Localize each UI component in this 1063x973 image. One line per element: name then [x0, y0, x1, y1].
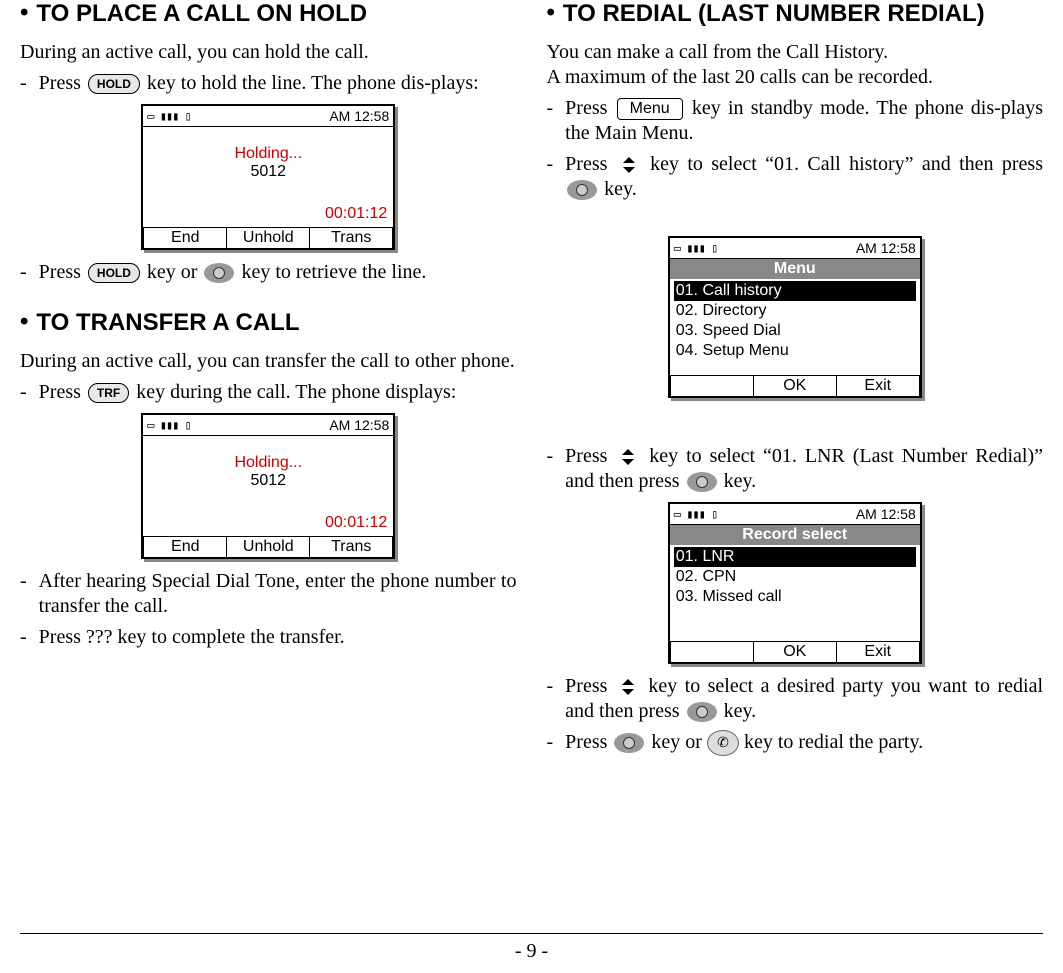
heading-hold-text: TO PLACE A CALL ON HOLD [36, 0, 367, 28]
bullet-icon: • [20, 309, 28, 335]
bullet-icon: • [547, 0, 555, 26]
ext-number: 5012 [143, 163, 393, 181]
redial-step1: - Press Menu key in standby mode. The ph… [547, 96, 1044, 146]
clock: AM 12:58 [856, 240, 916, 256]
redial-intro2: A maximum of the last 20 calls can be re… [547, 65, 1044, 90]
trf-step3: - Press ??? key to complete the transfer… [20, 625, 517, 650]
holding-label: Holding... [143, 145, 393, 163]
trf-step2: - After hearing Special Dial Tone, enter… [20, 569, 517, 619]
text: Press [565, 731, 612, 753]
menu-item: 02. Directory [674, 301, 916, 321]
nav-center-key-icon [687, 702, 717, 722]
text: Press [565, 675, 615, 697]
heading-redial: • TO REDIAL (LAST NUMBER REDIAL) [547, 0, 1044, 34]
text: key during the call. The phone displays: [136, 381, 456, 403]
nav-center-key-icon [204, 263, 234, 283]
text: key. [724, 700, 757, 722]
heading-transfer: • TO TRANSFER A CALL [20, 309, 517, 343]
menu-item: 04. Setup Menu [674, 341, 916, 361]
offhook-key-icon: ✆ [707, 730, 739, 756]
nav-center-key-icon [614, 733, 644, 753]
hold-step1: - Press HOLD key to hold the line. The p… [20, 71, 517, 96]
text: key to redial the party. [744, 731, 923, 753]
hold-key: HOLD [88, 263, 140, 283]
softkey-exit: Exit [837, 642, 920, 662]
softkey-ok: OK [754, 642, 837, 662]
softkey-end: End [143, 537, 227, 557]
clock: AM 12:58 [329, 417, 389, 433]
heading-redial-text: TO REDIAL (LAST NUMBER REDIAL) [563, 0, 985, 28]
menu-key: Menu [617, 98, 683, 120]
record-item: 03. Missed call [674, 587, 916, 607]
page-number: - 9 - [20, 933, 1043, 973]
phone-screen-transfer: ▭ ▮▮▮ ▯ AM 12:58 Holding... 5012 00:01:1… [141, 413, 395, 559]
hold-step2: - Press HOLD key or key to retrieve the … [20, 260, 517, 285]
menu-title: Menu [670, 259, 920, 279]
record-item: 01. LNR [674, 547, 916, 567]
status-icons: ▭ ▮▮▮ ▯ [147, 418, 191, 432]
redial-step3: - Press key to select “01. LNR (Last Num… [547, 444, 1044, 494]
text: key or [147, 261, 203, 283]
status-icons: ▭ ▮▮▮ ▯ [147, 109, 191, 123]
heading-transfer-text: TO TRANSFER A CALL [36, 309, 299, 337]
hold-key: HOLD [88, 74, 140, 94]
phone-screen-menu: ▭ ▮▮▮ ▯ AM 12:58 Menu 01. Call history 0… [668, 236, 922, 398]
text: key to hold the line. The phone dis-play… [147, 72, 479, 94]
text: key. [604, 178, 637, 200]
left-column: • TO PLACE A CALL ON HOLD During an acti… [20, 0, 517, 933]
text: Press [565, 445, 615, 467]
status-icons: ▭ ▮▮▮ ▯ [674, 241, 718, 255]
softkey-blank [670, 376, 754, 396]
ext-number: 5012 [143, 472, 393, 490]
clock: AM 12:58 [329, 108, 389, 124]
hold-intro: During an active call, you can hold the … [20, 40, 517, 65]
softkey-blank [670, 642, 754, 662]
softkey-trans: Trans [310, 228, 393, 248]
text: key to select “01. Call history” and the… [650, 153, 1043, 175]
phone-screen-record: ▭ ▮▮▮ ▯ AM 12:58 Record select 01. LNR 0… [668, 502, 922, 664]
text: Press [565, 153, 616, 175]
nav-center-key-icon [687, 472, 717, 492]
record-item: 02. CPN [674, 567, 916, 587]
text: Press [39, 261, 86, 283]
softkey-exit: Exit [837, 376, 920, 396]
menu-item: 01. Call history [674, 281, 916, 301]
redial-intro1: You can make a call from the Call Histor… [547, 40, 1044, 65]
softkey-trans: Trans [310, 537, 393, 557]
softkey-unhold: Unhold [227, 537, 310, 557]
clock: AM 12:58 [856, 506, 916, 522]
softkey-ok: OK [754, 376, 837, 396]
redial-step5: - Press key or ✆ key to redial the party… [547, 730, 1044, 756]
menu-item: 03. Speed Dial [674, 321, 916, 341]
status-icons: ▭ ▮▮▮ ▯ [674, 507, 718, 521]
text: Press [565, 97, 614, 119]
softkey-unhold: Unhold [227, 228, 310, 248]
transfer-intro: During an active call, you can transfer … [20, 349, 517, 374]
redial-step2: - Press key to select “01. Call history”… [547, 152, 1044, 202]
timer: 00:01:12 [325, 205, 387, 223]
text: key to retrieve the line. [241, 261, 426, 283]
text: Press [39, 72, 86, 94]
bullet-icon: • [20, 0, 28, 26]
updown-key-icon [617, 677, 639, 697]
timer: 00:01:12 [325, 514, 387, 532]
trf-step1: - Press TRF key during the call. The pho… [20, 380, 517, 405]
text: Press [39, 381, 86, 403]
right-column: • TO REDIAL (LAST NUMBER REDIAL) You can… [547, 0, 1044, 933]
updown-key-icon [617, 447, 639, 467]
trf-key: TRF [88, 383, 129, 403]
phone-screen-hold: ▭ ▮▮▮ ▯ AM 12:58 Holding... 5012 00:01:1… [141, 104, 395, 250]
text: key or [651, 731, 707, 753]
holding-label: Holding... [143, 454, 393, 472]
redial-step4: - Press key to select a desired party yo… [547, 674, 1044, 724]
softkey-end: End [143, 228, 227, 248]
updown-key-icon [618, 155, 640, 175]
heading-hold: • TO PLACE A CALL ON HOLD [20, 0, 517, 34]
text: key. [724, 470, 757, 492]
nav-center-key-icon [567, 180, 597, 200]
record-title: Record select [670, 525, 920, 545]
